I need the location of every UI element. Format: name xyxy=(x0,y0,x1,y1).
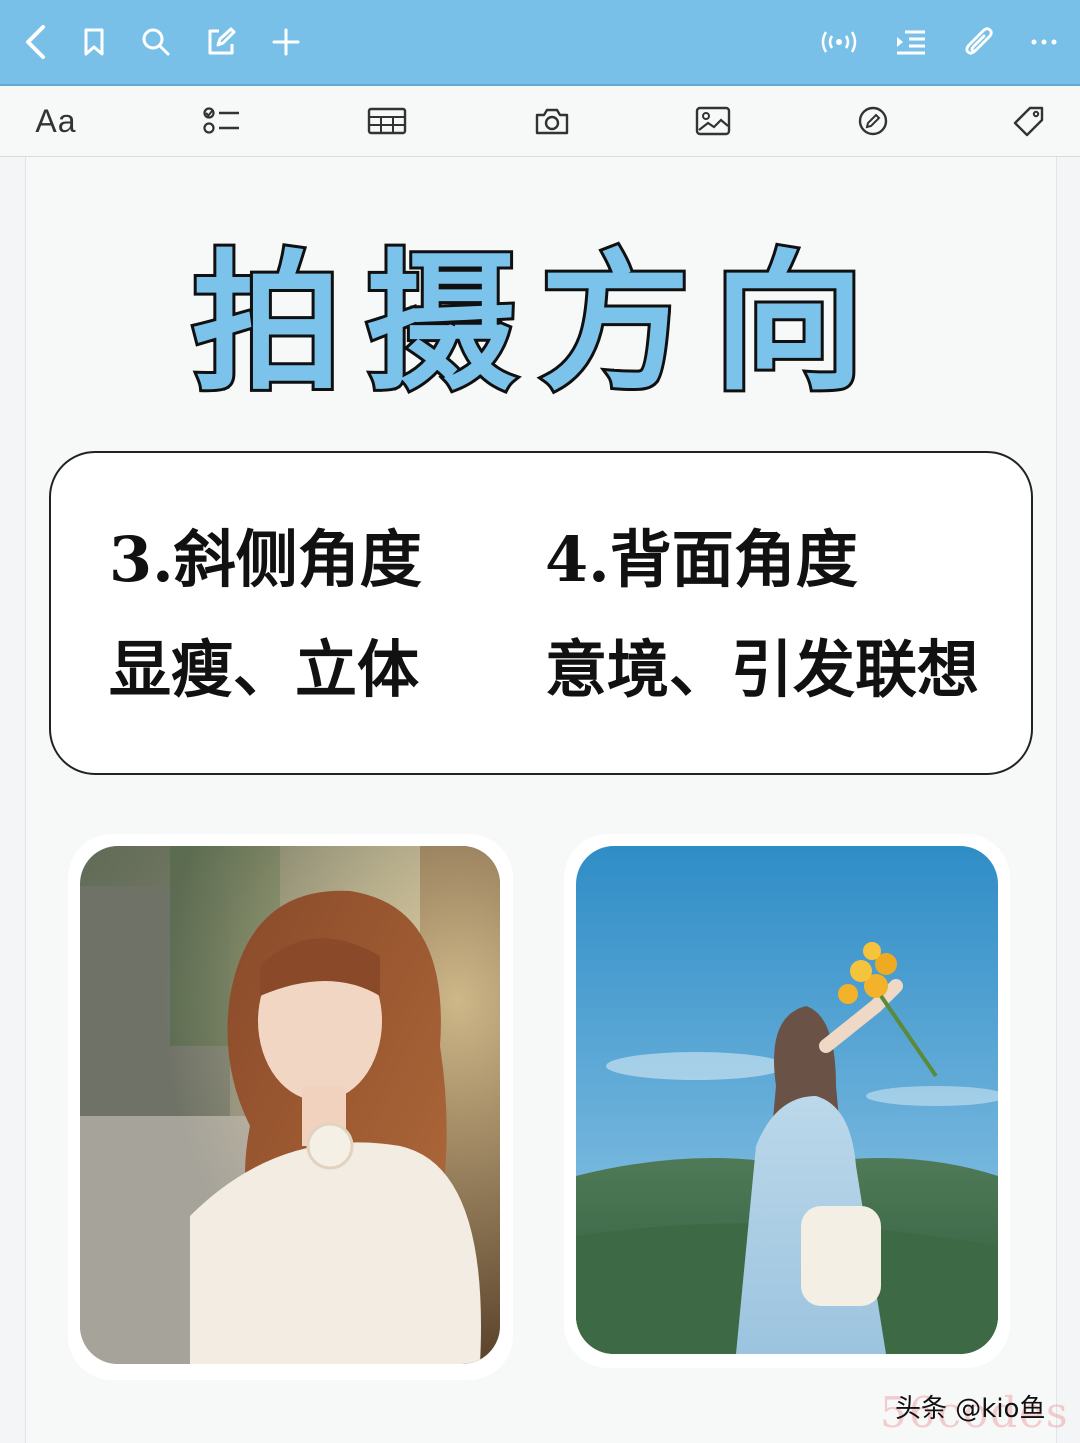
top-app-bar xyxy=(0,0,1080,86)
right-heading: 4.背面角度 xyxy=(545,523,858,596)
font-format-label: Aa xyxy=(35,102,77,139)
list-indent-icon[interactable] xyxy=(887,18,935,66)
back-icon[interactable] xyxy=(12,18,60,66)
plus-icon[interactable] xyxy=(262,18,310,66)
left-heading: 3.斜侧角度 xyxy=(109,523,422,596)
camera-icon[interactable] xyxy=(526,97,578,145)
broadcast-icon[interactable] xyxy=(815,18,863,66)
bookmark-icon[interactable] xyxy=(70,18,118,66)
edit-icon[interactable] xyxy=(197,18,245,66)
format-toolbar: Aa xyxy=(0,86,1080,157)
checklist-icon[interactable] xyxy=(196,97,248,145)
right-sub: 意境、引发联想 xyxy=(545,633,980,706)
girl-back-view-flowers-photo[interactable] xyxy=(576,846,998,1354)
girl-side-angle-photo[interactable] xyxy=(80,846,500,1364)
left-sub: 显瘦、立体 xyxy=(109,633,420,706)
tag-icon[interactable] xyxy=(1003,97,1055,145)
angle-card: 3.斜侧角度 显瘦、立体 4.背面角度 意境、引发联想 xyxy=(49,451,1033,775)
search-icon[interactable] xyxy=(132,18,180,66)
note-title: 拍摄方向 xyxy=(189,234,888,414)
attachment-icon[interactable] xyxy=(955,18,1003,66)
pen-icon[interactable] xyxy=(847,97,899,145)
more-icon[interactable] xyxy=(1020,18,1068,66)
table-icon[interactable] xyxy=(361,97,413,145)
image-icon[interactable] xyxy=(687,97,739,145)
font-format-button[interactable]: Aa xyxy=(30,97,82,145)
author-watermark: 头条 @kio鱼 xyxy=(895,1394,1046,1424)
